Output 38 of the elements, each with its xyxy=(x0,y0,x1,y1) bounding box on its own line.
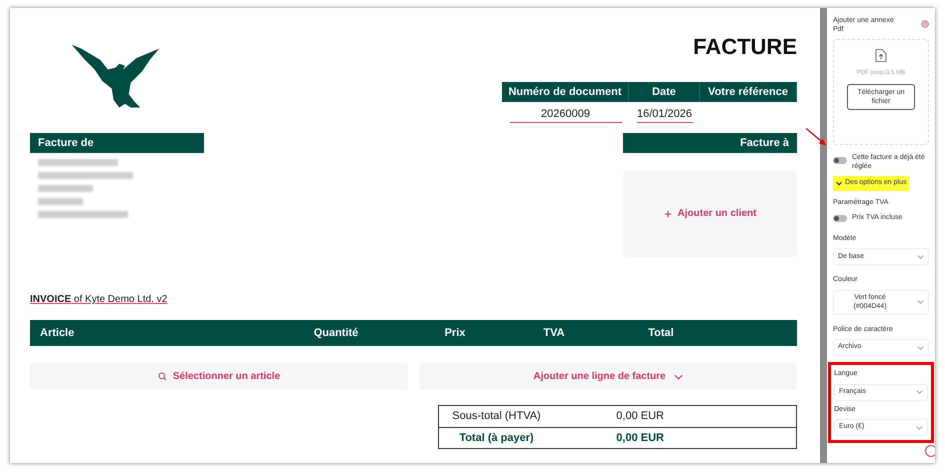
column-header: Total xyxy=(647,326,675,341)
select-article-button[interactable]: Sélectionner un article xyxy=(30,363,408,390)
chevron-down-icon xyxy=(917,254,924,259)
annotation-arrow xyxy=(806,128,826,146)
total-value: 0,00 EUR xyxy=(615,430,664,446)
input-field[interactable]: 20260009 xyxy=(510,103,622,123)
add-line-button[interactable]: Ajouter une ligne de facture xyxy=(419,363,797,390)
column-header: Votre référence xyxy=(700,82,797,102)
section-header: Facture de xyxy=(30,133,204,153)
invoice-note: INVOICE of Kyte Demo Ltd. v2 xyxy=(30,293,168,307)
column-header: Prix xyxy=(444,326,466,341)
toggle-switch[interactable] xyxy=(833,156,847,164)
column-header: Date xyxy=(629,82,700,102)
redacted-text xyxy=(38,198,83,205)
ring-icon xyxy=(921,20,929,28)
total-label: Total (à payer) xyxy=(458,430,535,446)
redacted-text xyxy=(38,185,93,192)
file-upload-icon xyxy=(875,48,887,63)
total-label: Sous-total (HTVA) xyxy=(451,409,542,424)
toggle-switch[interactable] xyxy=(833,215,847,222)
plus-icon xyxy=(664,210,672,218)
chevron-down-icon xyxy=(916,390,923,394)
chevron-down-icon xyxy=(916,426,923,430)
column-header: TVA xyxy=(542,326,566,341)
column-header: Article xyxy=(39,326,76,341)
chevron-down-icon xyxy=(836,180,842,186)
input-field[interactable]: 16/01/2026 xyxy=(636,103,692,123)
chevron-down-icon xyxy=(674,374,683,380)
add-client-button[interactable]: Ajouter un client xyxy=(623,170,797,257)
search-icon xyxy=(158,372,167,381)
document-title: FACTURE xyxy=(693,36,797,58)
column-header: Quantité xyxy=(312,326,360,341)
chevron-down-icon xyxy=(917,346,924,350)
total-value: 0,00 EUR xyxy=(615,409,664,424)
scrollbar[interactable] xyxy=(820,8,827,463)
chevron-down-icon xyxy=(917,300,924,304)
section-header: Facture à xyxy=(623,133,797,153)
column-header: Numéro de document xyxy=(502,82,629,102)
